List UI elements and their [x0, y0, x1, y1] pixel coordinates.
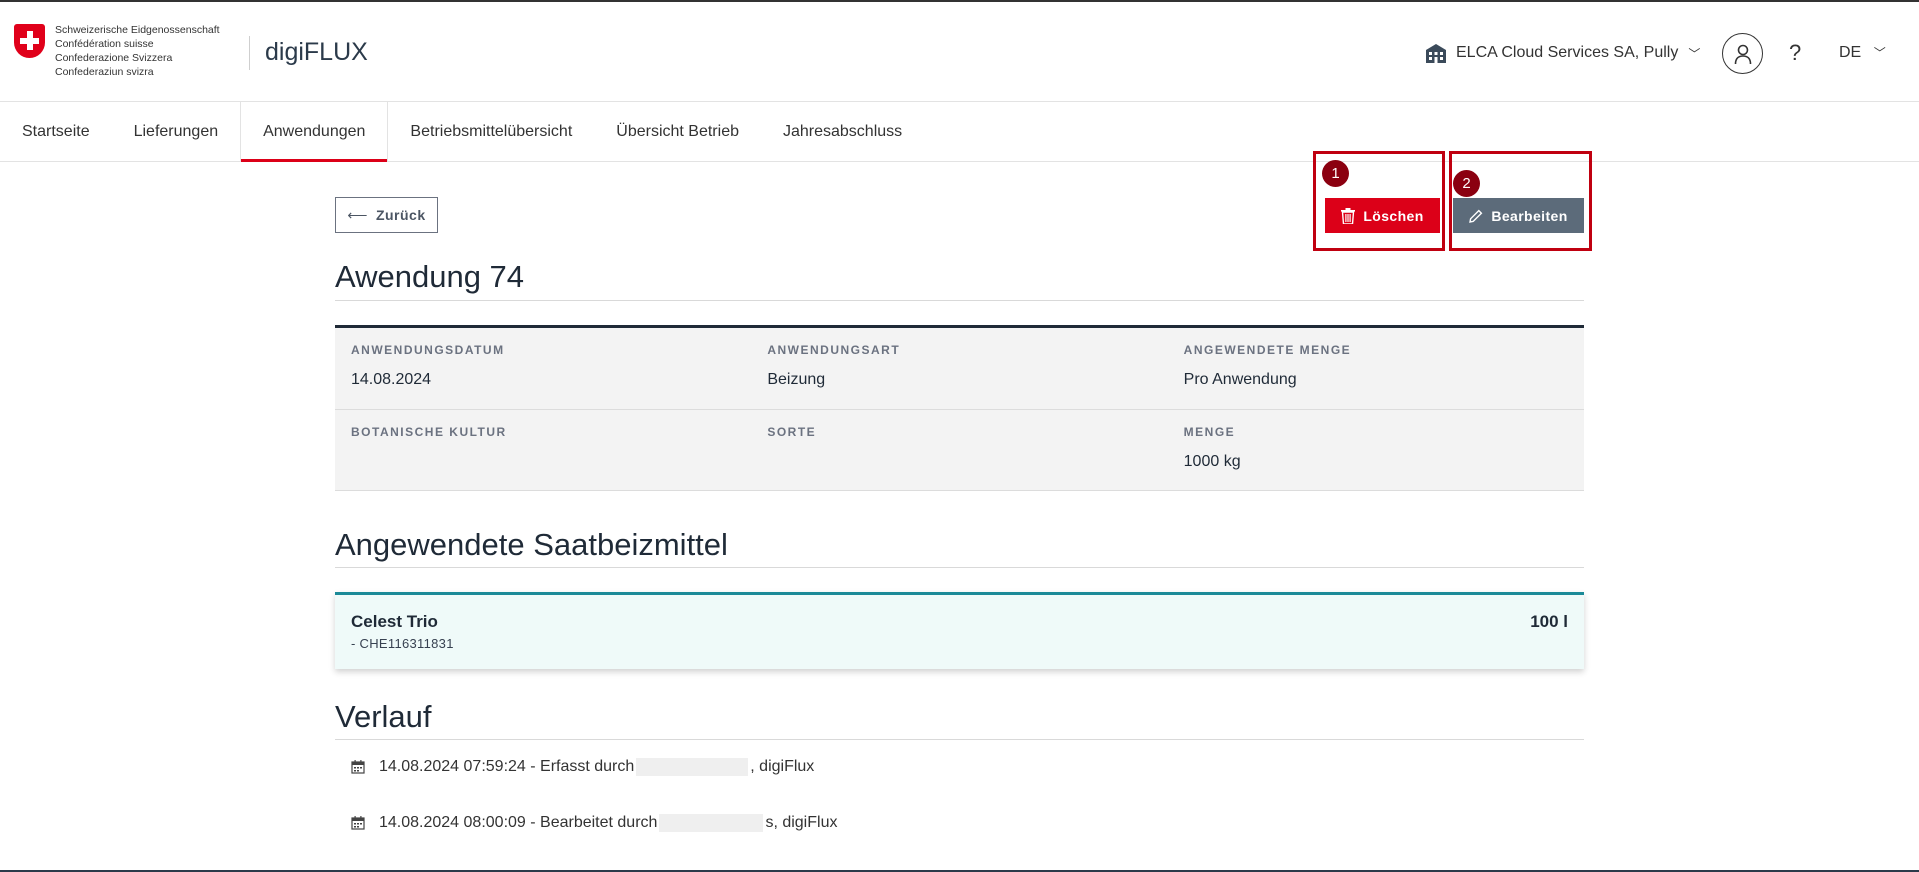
- swiss-cross-icon: [14, 24, 45, 58]
- pencil-icon: [1469, 209, 1483, 223]
- help-button[interactable]: ?: [1789, 40, 1801, 66]
- detail-botanische-kultur: BOTANISCHE KULTUR: [335, 410, 751, 490]
- tab-betriebsmitteluebersicht[interactable]: Betriebsmittelübersicht: [388, 102, 594, 161]
- step-badge-1: 1: [1322, 160, 1349, 187]
- federal-brand[interactable]: Schweizerische Eidgenossenschaft Confédé…: [14, 24, 220, 79]
- history-entry-text: 14.08.2024 08:00:09 - Bearbeitet durch: [379, 814, 658, 831]
- tab-lieferungen[interactable]: Lieferungen: [112, 102, 241, 161]
- detail-label: MENGE: [1183, 425, 1236, 439]
- detail-label: ANWENDUNGSDATUM: [351, 343, 505, 357]
- detail-label: BOTANISCHE KULTUR: [351, 425, 507, 439]
- history-entry-suffix: , digiFlux: [750, 758, 815, 775]
- redacted-name: [659, 814, 764, 832]
- confederation-line-de: Schweizerische Eidgenossenschaft: [55, 24, 220, 36]
- chevron-down-icon: ﹀: [1688, 46, 1701, 61]
- title-divider: [335, 300, 1584, 301]
- back-button-label: Zurück: [375, 207, 426, 223]
- detail-value: Beizung: [767, 371, 826, 388]
- products-divider: [335, 567, 1584, 568]
- calendar-icon: [351, 760, 365, 774]
- confederation-line-fr: Confédération suisse: [55, 38, 154, 50]
- delete-button-label: Löschen: [1363, 207, 1424, 224]
- product-amount: 100 l: [1530, 612, 1568, 631]
- detail-angewendete-menge: ANGEWENDETE MENGE Pro Anwendung: [1168, 328, 1584, 409]
- history-entry-text: 14.08.2024 07:59:24 - Erfasst durch: [379, 758, 635, 775]
- products-heading: Angewendete Saatbeizmittel: [335, 527, 728, 562]
- product-card: Celest Trio - CHE116311831 100 l: [335, 592, 1584, 669]
- back-button[interactable]: ⟵ Zurück: [335, 197, 438, 233]
- language-label: DE: [1839, 44, 1862, 61]
- details-row: ANWENDUNGSDATUM 14.08.2024 ANWENDUNGSART…: [335, 328, 1584, 409]
- arrow-left-icon: ⟵: [347, 206, 368, 223]
- detail-label: ANWENDUNGSART: [767, 343, 901, 357]
- header-divider: [249, 36, 250, 70]
- detail-label: SORTE: [767, 425, 817, 439]
- user-icon: [1734, 44, 1751, 64]
- history-heading: Verlauf: [335, 699, 432, 734]
- trash-icon: [1341, 207, 1356, 224]
- building-icon: [1426, 44, 1446, 63]
- history-entry: 14.08.2024 07:59:24 - Erfasst durch , di…: [351, 758, 814, 776]
- detail-label: ANGEWENDETE MENGE: [1183, 343, 1352, 357]
- tab-anwendungen[interactable]: Anwendungen: [240, 102, 389, 162]
- product-name: Celest Trio: [351, 612, 438, 631]
- detail-value: 1000 kg: [1183, 453, 1241, 470]
- history-entry-suffix: s, digiFlux: [765, 814, 838, 831]
- step-badge-2: 2: [1453, 170, 1480, 197]
- redacted-name: [636, 758, 749, 776]
- organization-selector[interactable]: ELCA Cloud Services SA, Pully ﹀: [1424, 42, 1700, 64]
- main-navigation: Startseite Lieferungen Anwendungen Betri…: [0, 102, 1919, 162]
- detail-anwendungsdatum: ANWENDUNGSDATUM 14.08.2024: [335, 328, 751, 409]
- detail-anwendungsart: ANWENDUNGSART Beizung: [751, 328, 1167, 409]
- language-selector[interactable]: DE ﹀: [1839, 44, 1886, 62]
- detail-menge: MENGE 1000 kg: [1168, 410, 1584, 490]
- confederation-line-rm: Confederaziun svizra: [55, 66, 154, 78]
- details-panel: ANWENDUNGSDATUM 14.08.2024 ANWENDUNGSART…: [335, 325, 1584, 491]
- app-title[interactable]: digiFLUX: [265, 38, 368, 67]
- organization-name: ELCA Cloud Services SA, Pully: [1456, 44, 1679, 61]
- history-divider: [335, 739, 1584, 740]
- user-account-button[interactable]: [1722, 33, 1763, 74]
- detail-sorte: SORTE: [751, 410, 1167, 490]
- confederation-text: Schweizerische Eidgenossenschaft Confédé…: [55, 23, 220, 79]
- tab-startseite[interactable]: Startseite: [0, 102, 112, 161]
- page-title: Awendung 74: [335, 259, 525, 294]
- edit-button-label: Bearbeiten: [1491, 207, 1568, 224]
- detail-value: Pro Anwendung: [1183, 371, 1297, 388]
- confederation-line-it: Confederazione Svizzera: [55, 52, 173, 64]
- product-code: - CHE116311831: [351, 636, 454, 651]
- top-header: Schweizerische Eidgenossenschaft Confédé…: [0, 2, 1919, 102]
- tab-uebersicht-betrieb[interactable]: Übersicht Betrieb: [594, 102, 761, 161]
- tab-jahresabschluss[interactable]: Jahresabschluss: [761, 102, 924, 161]
- details-row: BOTANISCHE KULTUR SORTE MENGE 1000 kg: [335, 409, 1584, 490]
- chevron-down-icon: ﹀: [1873, 46, 1886, 60]
- edit-button[interactable]: Bearbeiten: [1453, 198, 1584, 233]
- history-entry: 14.08.2024 08:00:09 - Bearbeitet durch s…: [351, 814, 837, 832]
- calendar-icon: [351, 816, 365, 830]
- detail-value: 14.08.2024: [351, 371, 432, 388]
- delete-button[interactable]: Löschen: [1325, 198, 1440, 233]
